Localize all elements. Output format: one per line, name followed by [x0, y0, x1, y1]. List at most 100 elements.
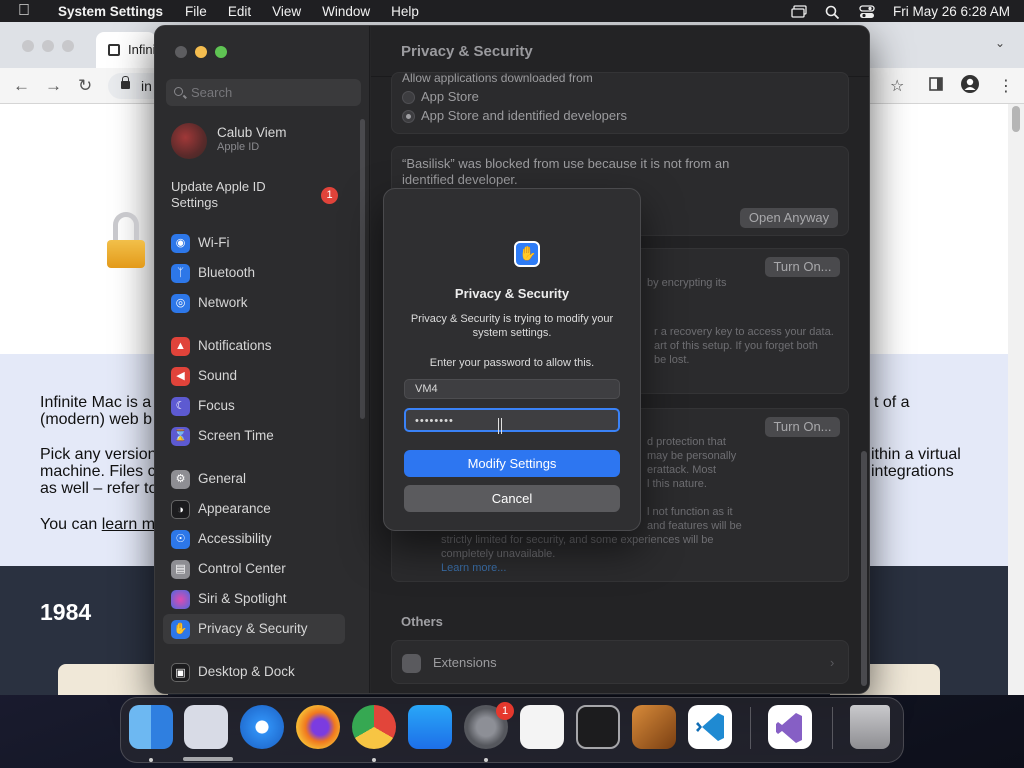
- menu-window[interactable]: Window: [322, 4, 370, 19]
- learn-more-prefix: You can: [40, 516, 102, 533]
- chrome-icon[interactable]: [352, 705, 396, 749]
- apple-menu-icon[interactable]: : [18, 2, 44, 20]
- visual-studio-icon[interactable]: [768, 705, 812, 749]
- lockdown-turn-on-button[interactable]: Turn On...: [765, 417, 840, 437]
- learn-more-link[interactable]: Learn more...: [441, 561, 506, 575]
- update-badge: 1: [321, 187, 338, 204]
- modify-settings-button[interactable]: Modify Settings: [404, 450, 620, 477]
- radio-app-store-devs[interactable]: [402, 110, 415, 123]
- bookmark-star-icon[interactable]: ☆: [890, 76, 904, 96]
- extensions-row[interactable]: Extensions ›: [391, 640, 849, 684]
- filevault-turn-on-button[interactable]: Turn On...: [765, 257, 840, 277]
- page-scrollbar-thumb[interactable]: [1012, 106, 1020, 132]
- globe-icon: ◎: [171, 294, 190, 313]
- forward-arrow-icon[interactable]: →: [45, 76, 62, 96]
- side-panel-icon[interactable]: [929, 77, 943, 96]
- profile-avatar-icon[interactable]: [960, 74, 980, 99]
- recovery-key-desc: r a recovery key to access your data.: [654, 326, 834, 338]
- textedit-icon[interactable]: [520, 705, 564, 749]
- sidebar-item-sound[interactable]: ◀ Sound: [163, 361, 345, 391]
- chevron-right-icon: ›: [830, 655, 835, 670]
- browser-minimize-button[interactable]: [42, 40, 54, 52]
- trash-icon[interactable]: [850, 705, 890, 749]
- browser-menu-icon[interactable]: ⋮: [998, 76, 1014, 96]
- settings-search-field[interactable]: Search: [166, 79, 361, 106]
- spotlight-search-icon[interactable]: [825, 5, 841, 19]
- lockdown-desc: d protection that: [647, 436, 726, 448]
- speaker-icon: ◀: [171, 367, 190, 386]
- menu-bar:  System Settings File Edit View Window …: [0, 0, 1024, 22]
- open-anyway-button[interactable]: Open Anyway: [740, 208, 838, 228]
- wifi-icon: ◉: [171, 234, 190, 253]
- update-apple-id-settings[interactable]: Update Apple ID Settings: [171, 179, 266, 211]
- sidebar-item-notifications[interactable]: ▲ Notifications: [163, 331, 345, 361]
- content-scrollbar[interactable]: [861, 451, 867, 686]
- sidebar-item-appearance[interactable]: ◑ Appearance: [163, 494, 345, 524]
- release-card[interactable]: [58, 664, 168, 695]
- sidebar-item-privacy-security[interactable]: ✋ Privacy & Security: [163, 614, 345, 644]
- launchpad-icon[interactable]: [184, 705, 228, 749]
- screen-mirroring-icon[interactable]: [791, 4, 807, 18]
- sidebar-item-network[interactable]: ◎ Network: [163, 288, 345, 318]
- learn-more-link[interactable]: learn m: [102, 516, 155, 533]
- sidebar-item-control-center[interactable]: ▤ Control Center: [163, 554, 345, 584]
- garageband-icon[interactable]: [632, 705, 676, 749]
- app-store-icon[interactable]: [408, 705, 452, 749]
- sidebar-item-screen-time[interactable]: ⌛ Screen Time: [163, 421, 345, 451]
- reload-icon[interactable]: ↻: [78, 76, 92, 96]
- sidebar-item-wifi[interactable]: ◉ Wi-Fi: [163, 228, 345, 258]
- back-arrow-icon[interactable]: ←: [13, 76, 30, 96]
- username-field[interactable]: VM4: [404, 379, 620, 399]
- sidebar-item-label: Focus: [198, 398, 235, 413]
- intro-text-line: t of a: [874, 394, 910, 411]
- safari-icon[interactable]: [240, 705, 284, 749]
- menu-app-name[interactable]: System Settings: [58, 4, 163, 19]
- browser-tab[interactable]: Infini: [96, 32, 156, 68]
- finder-running-indicator: [149, 758, 153, 762]
- lock-icon: [121, 76, 130, 89]
- menu-view[interactable]: View: [272, 4, 301, 19]
- menu-file[interactable]: File: [185, 4, 207, 19]
- sidebar-item-siri-spotlight[interactable]: Siri & Spotlight: [163, 584, 345, 614]
- sidebar-item-label: Appearance: [198, 501, 271, 516]
- page-scrollbar[interactable]: [1008, 104, 1024, 695]
- window-close-button[interactable]: [175, 46, 187, 58]
- sidebar-item-focus[interactable]: ☾ Focus: [163, 391, 345, 421]
- apple-id-account[interactable]: Calub Viem Apple ID: [171, 123, 361, 163]
- window-zoom-button[interactable]: [215, 46, 227, 58]
- password-field[interactable]: ••••••••: [404, 408, 620, 432]
- browser-zoom-button[interactable]: [62, 40, 74, 52]
- tab-search-chevron-icon[interactable]: ⌄: [995, 36, 1005, 50]
- accessibility-icon: ☉: [171, 530, 190, 549]
- cancel-button[interactable]: Cancel: [404, 485, 620, 512]
- menu-help[interactable]: Help: [391, 4, 419, 19]
- sidebar-item-label: Sound: [198, 368, 238, 383]
- intro-text-line: integrations: [871, 463, 954, 480]
- radio-app-store-devs-label: App Store and identified developers: [421, 108, 627, 123]
- control-center-icon[interactable]: [859, 4, 875, 18]
- browser-close-button[interactable]: [22, 40, 34, 52]
- sidebar-item-label: Wi-Fi: [198, 235, 230, 250]
- bluetooth-icon: ᛉ: [171, 264, 190, 283]
- radio-app-store[interactable]: [402, 91, 415, 104]
- sidebar-scrollbar[interactable]: [360, 119, 365, 419]
- vscode-icon[interactable]: [688, 705, 732, 749]
- firefox-icon[interactable]: [296, 705, 340, 749]
- sidebar-item-accessibility[interactable]: ☉ Accessibility: [163, 524, 345, 554]
- sidebar-item-general[interactable]: ⚙ General: [163, 464, 345, 494]
- intro-text-line: as well – refer to: [40, 480, 158, 497]
- window-minimize-button[interactable]: [195, 46, 207, 58]
- tab-title: Infini: [128, 42, 156, 57]
- menu-clock[interactable]: Fri May 26 6:28 AM: [893, 4, 1010, 19]
- sidebar-item-bluetooth[interactable]: ᛉ Bluetooth: [163, 258, 345, 288]
- blocked-message-line: identified developer.: [402, 172, 518, 187]
- moon-icon: ☾: [171, 397, 190, 416]
- chrome-running-indicator: [372, 758, 376, 762]
- recovery-key-desc: art of this setup. If you forget both: [654, 340, 818, 352]
- settings-running-indicator: [484, 758, 488, 762]
- finder-icon[interactable]: [129, 705, 173, 749]
- sidebar-item-desktop-dock[interactable]: ▣ Desktop & Dock: [163, 657, 345, 687]
- address-bar-text: in: [141, 78, 152, 94]
- menu-edit[interactable]: Edit: [228, 4, 251, 19]
- terminal-icon[interactable]: [576, 705, 620, 749]
